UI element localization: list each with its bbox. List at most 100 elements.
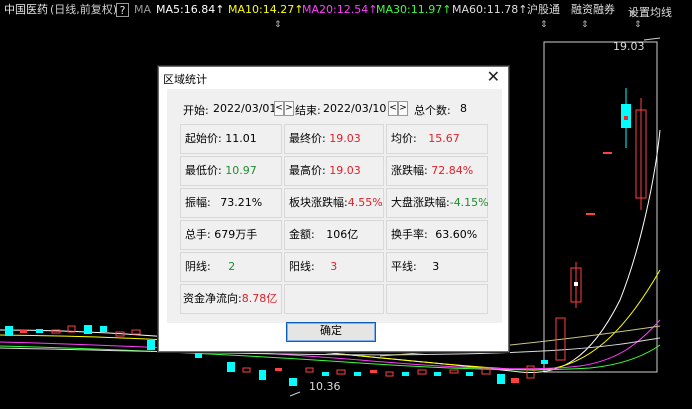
dialog-titlebar[interactable]: 区域统计 ✕ (159, 67, 508, 89)
candle-up (449, 369, 459, 374)
candle-down (84, 325, 92, 334)
stat-sector-value: 4.55% (347, 196, 383, 209)
stat-close-value: 19.03 (329, 132, 361, 145)
stat-down-value: 2 (228, 260, 236, 273)
empty-cell (386, 284, 488, 314)
candle-down (36, 329, 43, 333)
candle-down (100, 326, 107, 332)
range-stats-dialog: 区域统计 ✕ 开始: 2022/03/01 < > 结束: 2022/03/10… (158, 66, 509, 352)
stat-volume-value: 679万手 (214, 228, 258, 241)
candle-down (402, 372, 409, 376)
candle-down (541, 360, 548, 364)
ma60-value: MA60:11.78↑ (452, 3, 528, 16)
candle-down (289, 378, 297, 386)
candle-mark (574, 282, 578, 286)
candle-down (322, 372, 329, 376)
candle-down (5, 326, 13, 336)
splitter-arrow-icon[interactable]: ⇕ (634, 20, 642, 30)
candle-down (195, 352, 202, 358)
stat-down-count: 阴线: 2 (180, 252, 282, 282)
stat-turnover: 换手率: 63.60% (386, 220, 488, 250)
stat-flat-count: 平线: 3 (386, 252, 488, 282)
stat-amplitude-value: 73.21% (220, 196, 263, 209)
end-date: 2022/03/10 (323, 102, 387, 115)
end-prev-button[interactable]: < (388, 101, 398, 116)
selection-box (543, 41, 658, 373)
stat-amount-value: 106亿 (326, 228, 359, 241)
empty-cell (284, 284, 384, 314)
candle-up (511, 378, 519, 383)
close-icon[interactable]: ✕ (487, 69, 500, 85)
start-prev-button[interactable]: < (274, 101, 284, 116)
start-next-button[interactable]: > (284, 101, 294, 116)
stat-up-value: 3 (330, 260, 338, 273)
candle-up (526, 365, 535, 379)
stat-low-value: 10.97 (225, 164, 257, 177)
candle-down (147, 340, 155, 350)
stock-name: 中国医药 (4, 3, 48, 16)
indicator-bar: 中国医药 (日线,前复权) ? MA MA5:16.84↑ MA10:14.27… (0, 0, 692, 20)
stat-low: 最低价: 10.97 (180, 156, 282, 186)
stat-open-value: 11.01 (225, 132, 257, 145)
splitter-arrow-icon[interactable]: ⇕ (581, 20, 589, 30)
stat-change: 涨跌幅: 72.84% (386, 156, 488, 186)
caret-down-icon: ▼ (630, 9, 636, 17)
stat-close: 最终价: 19.03 (284, 124, 384, 154)
stat-market-value: -4.15% (449, 196, 489, 209)
count-label: 总个数: (414, 104, 451, 117)
splitter-arrow-icon[interactable]: ⇕ (540, 20, 548, 30)
margin-trading-menu[interactable]: 融资融券 (571, 3, 615, 17)
candle-down (434, 372, 441, 376)
candle-up (417, 369, 427, 375)
candle-mark (624, 116, 628, 120)
candle-down (497, 374, 505, 384)
stat-avg: 均价: 15.67 (386, 124, 488, 154)
candle-up (242, 367, 251, 373)
ok-button[interactable]: 确定 (286, 322, 376, 342)
stat-up-count: 阳线: 3 (284, 252, 384, 282)
candle-down (227, 362, 235, 372)
end-label: 结束: (295, 104, 321, 117)
candle-down (466, 372, 473, 376)
splitter-arrow-icon[interactable]: ⇕ (274, 20, 282, 30)
candle-up (275, 368, 282, 371)
candle-up (370, 370, 377, 373)
count-value: 8 (460, 102, 467, 115)
start-date: 2022/03/01 (213, 102, 277, 115)
stat-amplitude: 振幅: 73.21% (180, 188, 282, 218)
stat-avg-value: 15.67 (428, 132, 460, 145)
candle-up (20, 330, 27, 333)
dialog-body: 开始: 2022/03/01 < > 结束: 2022/03/10 < > 总个… (167, 89, 502, 323)
help-button[interactable]: ? (116, 3, 129, 17)
stat-change-value: 72.84% (431, 164, 474, 177)
candle-up (305, 367, 314, 373)
ma30-value: MA30:11.97↑ (376, 3, 452, 16)
ma10-value: MA10:14.27↑ (228, 3, 304, 16)
low-price-label: 10.36 (309, 380, 341, 393)
candle-down (354, 372, 361, 376)
stat-high-value: 19.03 (329, 164, 361, 177)
ma5-value: MA5:16.84↑ (156, 3, 225, 16)
stat-amount: 金额: 106亿 (284, 220, 384, 250)
candle-up (603, 152, 612, 154)
stat-fund-flow: 资金净流向:8.78亿 (180, 284, 282, 314)
high-pointer (643, 37, 661, 41)
candle-down (259, 370, 266, 380)
stat-open: 起始价: 11.01 (180, 124, 282, 154)
date-range-row: 开始: 2022/03/01 < > 结束: 2022/03/10 < > 总个… (167, 101, 502, 117)
end-next-button[interactable]: > (398, 101, 408, 116)
start-label: 开始: (183, 104, 209, 117)
candle-up (336, 369, 346, 375)
stat-fund-flow-value: 8.78亿 (241, 292, 278, 305)
candle-up (51, 329, 61, 334)
low-pointer (289, 391, 301, 397)
hgt-menu[interactable]: 沪股通 (527, 3, 560, 17)
candle-up (586, 213, 595, 215)
stat-market: 大盘涨跌幅:-4.15% (386, 188, 489, 218)
stat-flat-value: 3 (432, 260, 440, 273)
stat-turnover-value: 63.60% (435, 228, 478, 241)
high-price-label: 19.03 (613, 40, 645, 53)
ma20-value: MA20:12.54↑ (302, 3, 378, 16)
chart-mode: (日线,前复权) (50, 3, 118, 16)
stat-volume: 总手: 679万手 (180, 220, 282, 250)
